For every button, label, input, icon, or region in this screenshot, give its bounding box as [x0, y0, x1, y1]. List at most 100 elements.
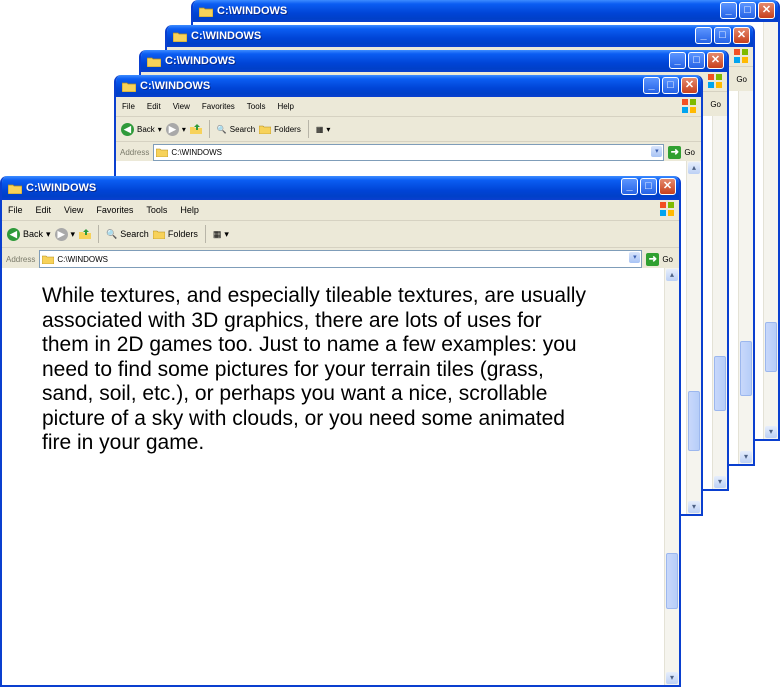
minimize-button[interactable]: _ — [669, 52, 686, 69]
address-input[interactable]: C:\WINDOWS ▾ — [153, 143, 665, 161]
up-button[interactable] — [189, 124, 202, 134]
folders-label: Folders — [167, 229, 198, 239]
menu-view[interactable]: View — [64, 205, 83, 215]
menu-favorites[interactable]: Favorites — [202, 102, 235, 111]
go-button[interactable]: ➜ Go — [668, 145, 701, 159]
folder-icon — [199, 7, 213, 17]
minimize-button[interactable]: _ — [621, 178, 638, 195]
back-button[interactable]: ◀ Back ▾ — [7, 227, 51, 241]
close-button[interactable]: ✕ — [707, 52, 724, 69]
search-icon: 🔍 — [216, 124, 227, 134]
toolbar-separator — [98, 225, 100, 243]
close-button[interactable]: ✕ — [659, 178, 676, 195]
scroll-thumb[interactable] — [666, 553, 678, 609]
window-title: C:\WINDOWS — [140, 80, 211, 92]
scroll-thumb[interactable] — [714, 356, 726, 411]
close-button[interactable]: ✕ — [758, 2, 775, 19]
scroll-down-button[interactable]: ▾ — [688, 501, 700, 513]
explorer-window-front: C:\WINDOWS _ □ ✕ File Edit View Favorite… — [0, 176, 681, 687]
scroll-thumb[interactable] — [740, 341, 752, 396]
back-icon: ◀ — [121, 122, 134, 136]
scroll-thumb[interactable] — [688, 391, 700, 451]
scroll-down-button[interactable]: ▾ — [765, 426, 777, 438]
folders-button[interactable]: Folders — [152, 229, 198, 239]
maximize-button[interactable]: □ — [739, 2, 756, 19]
windows-logo-icon — [682, 99, 696, 113]
views-icon: ▦ — [212, 228, 222, 239]
vertical-scrollbar[interactable]: ▾ — [712, 116, 727, 489]
go-label: Go — [684, 147, 695, 157]
back-button[interactable]: ◀ Back ▾ — [121, 122, 162, 136]
views-button[interactable]: ▦ ▾ — [213, 229, 229, 240]
toolbar-separator — [307, 120, 309, 138]
title-bar[interactable]: C:\WINDOWS _ □ ✕ — [2, 176, 679, 200]
windows-logo-icon — [708, 74, 722, 88]
folder-icon — [147, 57, 161, 67]
menu-bar: File Edit View Favorites Tools Help — [116, 97, 701, 117]
folders-icon — [259, 125, 272, 134]
address-dropdown-icon[interactable]: ▾ — [651, 145, 663, 157]
close-button[interactable]: ✕ — [733, 27, 750, 44]
title-bar[interactable]: C:\WINDOWS _ □ ✕ — [167, 25, 753, 47]
scroll-thumb[interactable] — [765, 322, 777, 372]
go-icon: ➜ — [646, 252, 660, 266]
scroll-down-button[interactable]: ▾ — [666, 672, 678, 684]
scroll-up-button[interactable]: ▴ — [666, 269, 678, 281]
maximize-button[interactable]: □ — [714, 27, 731, 44]
minimize-button[interactable]: _ — [695, 27, 712, 44]
window-title: C:\WINDOWS — [26, 182, 97, 194]
go-button[interactable]: ➜ Go — [646, 252, 679, 266]
vertical-scrollbar[interactable]: ▾ — [738, 91, 753, 464]
window-title: C:\WINDOWS — [165, 55, 236, 67]
up-button[interactable] — [79, 229, 92, 239]
search-button[interactable]: 🔍 Search — [106, 229, 149, 240]
address-input[interactable]: C:\WINDOWS ▾ — [39, 250, 643, 268]
menu-help[interactable]: Help — [277, 102, 293, 111]
menu-view[interactable]: View — [173, 102, 190, 111]
folders-button[interactable]: Folders — [259, 124, 301, 134]
folder-icon — [122, 82, 136, 92]
forward-button[interactable]: ▶ ▾ — [54, 227, 75, 241]
forward-icon: ▶ — [165, 122, 179, 136]
forward-icon: ▶ — [54, 227, 68, 241]
maximize-button[interactable]: □ — [688, 52, 705, 69]
minimize-button[interactable]: _ — [720, 2, 737, 19]
address-label: Address — [6, 254, 36, 264]
address-bar: Address C:\WINDOWS ▾ ➜ Go — [116, 142, 701, 163]
scroll-down-button[interactable]: ▾ — [740, 451, 752, 463]
menu-tools[interactable]: Tools — [146, 205, 167, 215]
folder-icon — [42, 255, 55, 264]
menu-file[interactable]: File — [122, 102, 135, 111]
forward-button[interactable]: ▶ ▾ — [165, 122, 186, 136]
minimize-button[interactable]: _ — [643, 77, 660, 94]
menu-file[interactable]: File — [8, 205, 23, 215]
go-button[interactable]: Go — [710, 100, 721, 109]
vertical-scrollbar[interactable]: ▴ ▾ — [664, 268, 679, 685]
close-button[interactable]: ✕ — [681, 77, 698, 94]
scroll-up-button[interactable]: ▴ — [688, 162, 700, 174]
go-label: Go — [662, 254, 673, 264]
vertical-scrollbar[interactable]: ▾ — [763, 22, 778, 439]
views-button[interactable]: ▦ ▾ — [316, 125, 331, 134]
title-bar[interactable]: C:\WINDOWS _ □ ✕ — [193, 0, 778, 22]
title-bar[interactable]: C:\WINDOWS _ □ ✕ — [116, 75, 701, 97]
scroll-down-button[interactable]: ▾ — [714, 476, 726, 488]
title-bar[interactable]: C:\WINDOWS _ □ ✕ — [141, 50, 727, 72]
back-label: Back — [23, 229, 44, 239]
menu-edit[interactable]: Edit — [147, 102, 161, 111]
menu-favorites[interactable]: Favorites — [96, 205, 133, 215]
back-icon: ◀ — [7, 227, 20, 241]
search-button[interactable]: 🔍 Search — [217, 125, 255, 134]
window-title: C:\WINDOWS — [191, 30, 262, 42]
vertical-scrollbar[interactable]: ▴ ▾ — [686, 161, 701, 514]
maximize-button[interactable]: □ — [640, 178, 657, 195]
menu-tools[interactable]: Tools — [247, 102, 266, 111]
go-button[interactable]: Go — [736, 75, 747, 84]
menu-help[interactable]: Help — [180, 205, 199, 215]
maximize-button[interactable]: □ — [662, 77, 679, 94]
up-folder-icon — [189, 124, 202, 134]
address-dropdown-icon[interactable]: ▾ — [629, 252, 641, 263]
toolbar: ◀ Back ▾ ▶ ▾ 🔍 Search Folders ▦ ▾ — [116, 117, 701, 142]
body-text: While textures, and especially tileable … — [42, 284, 586, 454]
menu-edit[interactable]: Edit — [36, 205, 52, 215]
